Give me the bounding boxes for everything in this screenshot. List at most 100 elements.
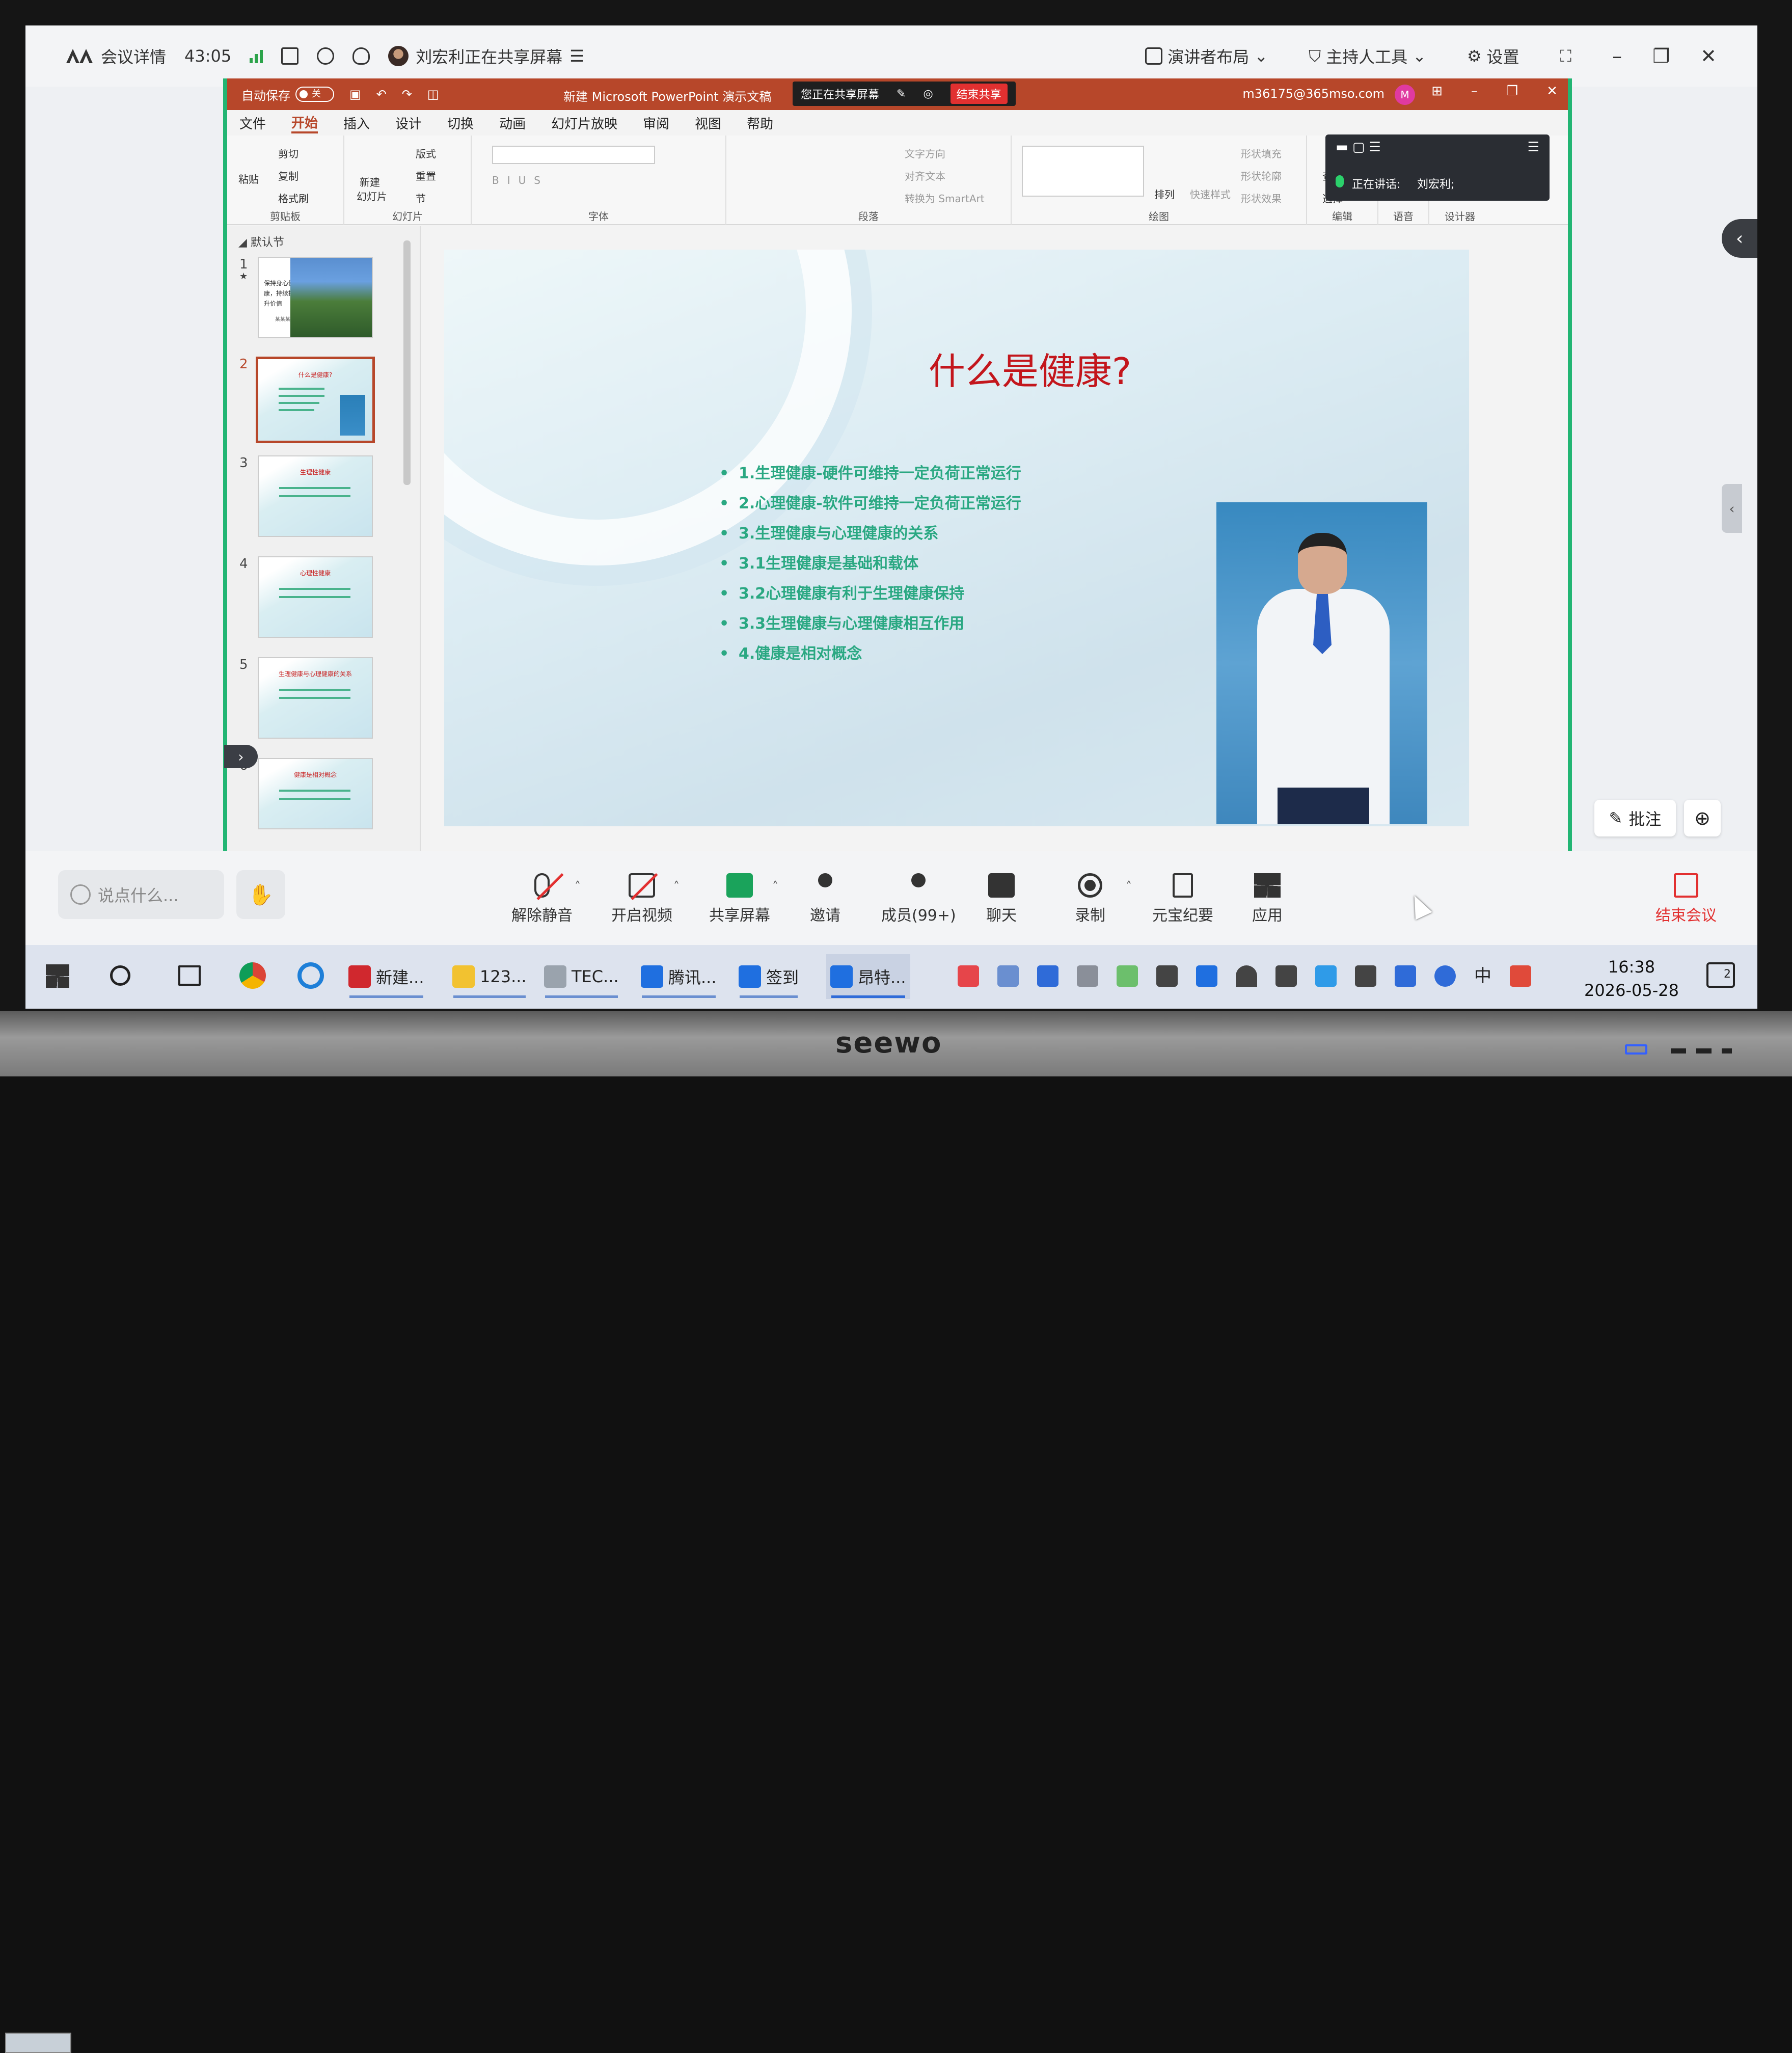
shape-effects-button[interactable]: 形状效果 bbox=[1241, 191, 1282, 205]
audio-options-chevron-up-icon[interactable]: ˄ bbox=[575, 879, 581, 894]
display-icon[interactable] bbox=[1395, 965, 1416, 987]
tab-insert[interactable]: 插入 bbox=[343, 114, 370, 132]
slide-scrollbar[interactable] bbox=[1537, 250, 1553, 827]
panel-menu-icon[interactable]: ☰ bbox=[1528, 140, 1539, 155]
panel-controls[interactable]: ▬ ▢ ☰ bbox=[1336, 140, 1381, 155]
align-text-button[interactable]: 对齐文本 bbox=[905, 168, 945, 183]
no-annotate-icon[interactable]: ✎ bbox=[897, 88, 906, 100]
raise-hand-icon[interactable]: ✋ bbox=[236, 870, 285, 919]
side-panel-chevron-left-icon[interactable]: ‹ bbox=[1722, 484, 1742, 533]
new-slide-button[interactable]: 新建 bbox=[360, 174, 380, 189]
layout-button[interactable]: 版式 bbox=[416, 146, 436, 160]
battery-icon[interactable] bbox=[1275, 965, 1297, 987]
bluetooth-icon[interactable] bbox=[1434, 965, 1456, 987]
security-shield-icon[interactable] bbox=[1037, 965, 1058, 987]
task-view-icon[interactable] bbox=[178, 965, 201, 986]
system-clock[interactable]: 16:38 2026-05-28 bbox=[1584, 955, 1679, 1002]
ime-indicator[interactable]: 中 bbox=[1474, 965, 1491, 987]
tab-file[interactable]: 文件 bbox=[239, 114, 266, 132]
start-video-button[interactable]: 开启视频 bbox=[611, 873, 672, 925]
tray-app-icon[interactable] bbox=[1315, 965, 1337, 987]
windows-start-icon[interactable] bbox=[46, 964, 69, 988]
end-meeting-button[interactable]: 结束会议 bbox=[1655, 873, 1717, 925]
slide-thumbnail-5[interactable]: 生理健康与心理健康的关系 bbox=[258, 657, 373, 739]
annotate-button[interactable]: ✎ 批注 bbox=[1594, 800, 1676, 836]
tab-animations[interactable]: 动画 bbox=[499, 114, 526, 132]
tab-help[interactable]: 帮助 bbox=[747, 114, 773, 132]
section-button[interactable]: 节 bbox=[416, 191, 426, 205]
settings-button[interactable]: ⚙ 设置 bbox=[1467, 44, 1519, 68]
mic-icon[interactable] bbox=[1156, 965, 1178, 987]
tab-home[interactable]: 开始 bbox=[291, 113, 318, 133]
document-name[interactable]: 新建 Microsoft PowerPoint 演示文稿 bbox=[563, 87, 771, 104]
host-tools-button[interactable]: ⛉ 主持人工具 ⌄ bbox=[1309, 44, 1426, 68]
quick-chat-input[interactable]: 说点什么... bbox=[58, 870, 224, 919]
close-icon[interactable]: ✕ bbox=[1546, 84, 1558, 99]
taskbar-app-folder[interactable]: 123... bbox=[448, 954, 531, 999]
taskbar-app-wps[interactable]: 新建... bbox=[344, 954, 428, 999]
expand-panel-chevron-right-icon[interactable]: › bbox=[224, 745, 258, 768]
shapes-gallery[interactable] bbox=[1022, 146, 1144, 197]
undo-icon[interactable]: ↶ bbox=[376, 87, 387, 101]
tab-view[interactable]: 视图 bbox=[695, 114, 721, 132]
slide-thumbnail-3[interactable]: 生理性健康 bbox=[258, 455, 373, 537]
ai-minutes-button[interactable]: 元宝纪要 bbox=[1152, 873, 1213, 925]
smiley-icon[interactable] bbox=[70, 884, 91, 905]
meeting-details-button[interactable]: 会议详情 bbox=[66, 44, 166, 68]
shape-fill-button[interactable]: 形状填充 bbox=[1241, 146, 1282, 160]
unmute-button[interactable]: 解除静音 bbox=[511, 873, 573, 925]
slide-thumbnail-6[interactable]: 健康是相对概念 bbox=[258, 758, 373, 829]
section-default[interactable]: ◢ 默认节 bbox=[238, 233, 284, 250]
tray-app-icon[interactable] bbox=[1077, 965, 1098, 987]
apps-button[interactable]: 应用 bbox=[1252, 873, 1283, 925]
ie-icon[interactable] bbox=[297, 962, 324, 989]
taskbar-app-drive[interactable]: TEC... bbox=[540, 954, 623, 999]
external-link-icon[interactable] bbox=[281, 47, 299, 65]
font-style-buttons[interactable]: BIUS bbox=[492, 174, 549, 186]
account-avatar[interactable]: M bbox=[1395, 85, 1415, 105]
cut-button[interactable]: 剪切 bbox=[278, 146, 298, 160]
minimize-icon[interactable]: – bbox=[1612, 45, 1622, 67]
invite-button[interactable]: 邀请 bbox=[810, 873, 840, 925]
no-annotate-icon[interactable] bbox=[317, 47, 335, 65]
slide-thumbnail-2[interactable]: 什么是健康? bbox=[256, 357, 375, 443]
copy-button[interactable]: 复制 bbox=[278, 168, 298, 183]
save-icon[interactable]: ▣ bbox=[349, 87, 361, 101]
ribbon-display-icon[interactable]: ⊞ bbox=[1431, 84, 1443, 99]
restore-icon[interactable]: ❐ bbox=[1652, 45, 1670, 67]
present-icon[interactable]: ◫ bbox=[427, 87, 439, 101]
share-screen-button[interactable]: 共享屏幕 bbox=[709, 873, 770, 925]
quick-styles-button[interactable]: 快速样式 bbox=[1190, 186, 1231, 201]
members-button[interactable]: 成员(99+) bbox=[881, 873, 956, 925]
signal-icon[interactable] bbox=[250, 49, 263, 63]
sharing-status[interactable]: 刘宏利正在共享屏幕 ☰ bbox=[388, 44, 584, 68]
tab-review[interactable]: 审阅 bbox=[643, 114, 669, 132]
volume-icon[interactable] bbox=[1355, 965, 1376, 987]
slide-thumbnail-1[interactable]: 保持身心健康，持续提升价值 某某某 bbox=[258, 257, 373, 338]
text-direction-button[interactable]: 文字方向 bbox=[905, 146, 945, 160]
smartart-button[interactable]: 转换为 SmartArt bbox=[905, 191, 985, 205]
tray-app-icon[interactable] bbox=[1117, 965, 1138, 987]
hide-icon[interactable] bbox=[352, 47, 370, 65]
chat-button[interactable]: 聊天 bbox=[986, 873, 1017, 925]
tab-transitions[interactable]: 切换 bbox=[447, 114, 474, 132]
minimize-icon[interactable]: – bbox=[1471, 84, 1478, 99]
reset-button[interactable]: 重置 bbox=[416, 168, 436, 183]
share-options-chevron-up-icon[interactable]: ˄ bbox=[772, 879, 778, 894]
slide-thumbnail-4[interactable]: 心理性健康 bbox=[258, 556, 373, 638]
redo-icon[interactable]: ↷ bbox=[402, 87, 412, 101]
record-button[interactable]: 录制 bbox=[1075, 873, 1105, 925]
usb-icon[interactable] bbox=[997, 965, 1019, 987]
tray-app-icon[interactable] bbox=[958, 965, 979, 987]
shape-outline-button[interactable]: 形状轮廓 bbox=[1241, 168, 1282, 183]
taskbar-app-signin[interactable]: 签到 bbox=[735, 954, 803, 999]
search-icon[interactable] bbox=[110, 965, 130, 986]
close-icon[interactable]: ✕ bbox=[1700, 45, 1717, 67]
fullscreen-icon[interactable]: ⛶ bbox=[1560, 46, 1571, 66]
tencent-meeting-icon[interactable] bbox=[1196, 965, 1217, 987]
stop-share-button[interactable]: 结束共享 bbox=[950, 84, 1008, 104]
format-painter-button[interactable]: 格式刷 bbox=[278, 191, 309, 205]
zoom-in-icon[interactable]: ⊕ bbox=[1684, 800, 1721, 836]
tab-design[interactable]: 设计 bbox=[395, 114, 422, 132]
account-email[interactable]: m36175@365mso.com bbox=[1242, 87, 1384, 101]
